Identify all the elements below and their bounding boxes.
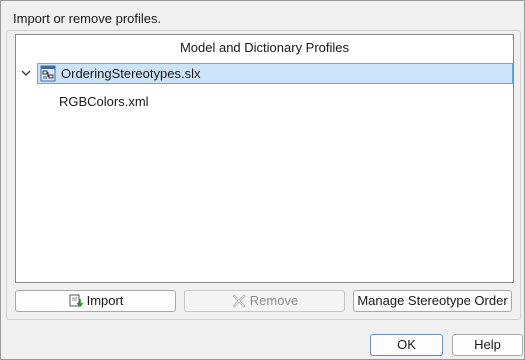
- help-button[interactable]: Help: [452, 334, 523, 356]
- manage-stereotype-order-button[interactable]: Manage Stereotype Order: [353, 290, 512, 312]
- chevron-down-icon[interactable]: [19, 64, 33, 82]
- ok-button[interactable]: OK: [370, 334, 443, 356]
- tree-item-label: OrderingStereotypes.slx: [61, 66, 201, 81]
- remove-button-label: Remove: [249, 293, 299, 308]
- import-button-label: Import: [86, 293, 124, 308]
- profile-editor-dialog: Import or remove profiles. Model and Dic…: [0, 0, 525, 360]
- simulink-model-icon: [40, 65, 56, 82]
- tree-item-label: RGBColors.xml: [59, 94, 149, 109]
- tree-item-ordering-stereotypes[interactable]: OrderingStereotypes.slx: [16, 63, 513, 84]
- profiles-panel: Model and Dictionary Profiles OrderingSt…: [6, 30, 521, 320]
- profiles-tree[interactable]: Model and Dictionary Profiles OrderingSt…: [15, 34, 514, 283]
- import-button[interactable]: Import: [15, 290, 176, 312]
- remove-button[interactable]: Remove: [184, 290, 345, 312]
- instruction-text: Import or remove profiles.: [13, 11, 162, 26]
- remove-x-icon: [232, 294, 246, 307]
- profile-actions: Import Remove Manage Stereotype Order: [15, 290, 512, 312]
- tree-item-rgbcolors[interactable]: RGBColors.xml: [59, 91, 149, 112]
- import-icon: [69, 294, 83, 307]
- tree-header: Model and Dictionary Profiles: [179, 40, 350, 55]
